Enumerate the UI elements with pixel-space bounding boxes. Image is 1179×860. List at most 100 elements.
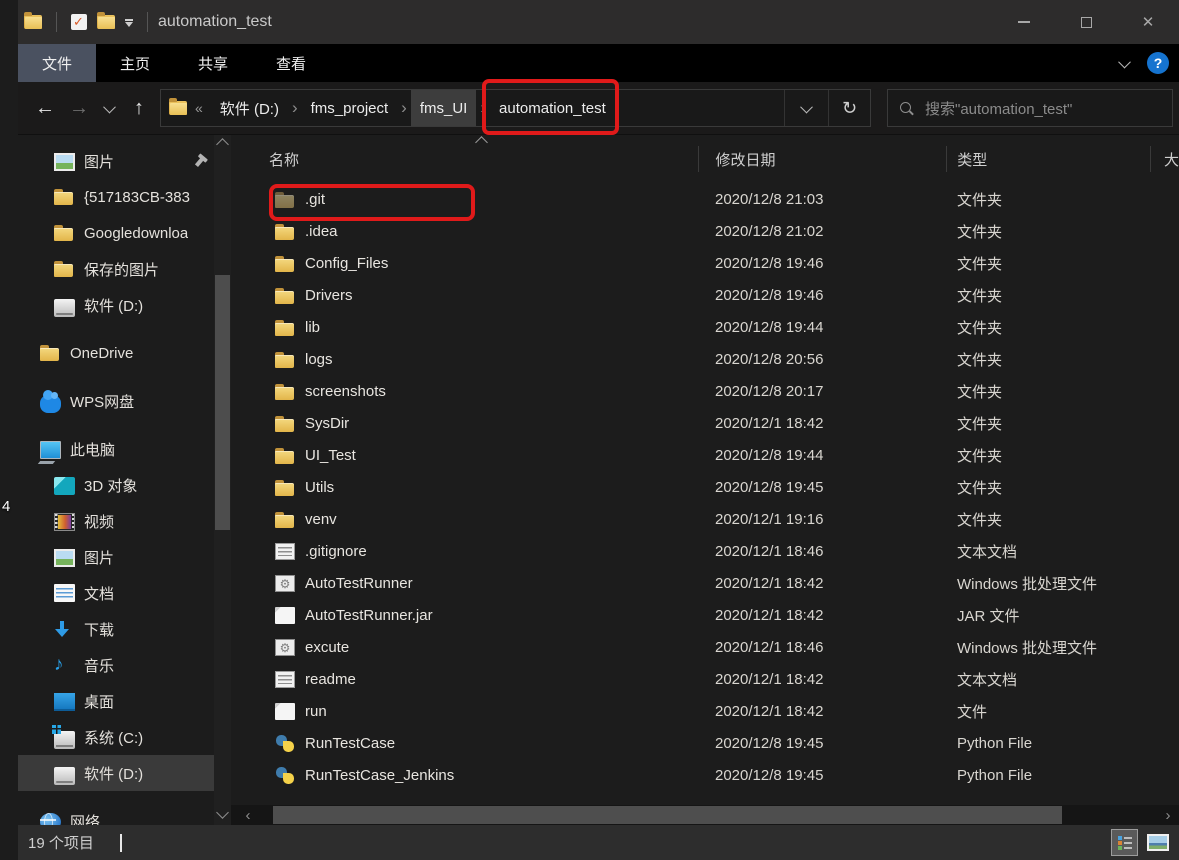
cloud-icon — [40, 390, 61, 413]
sidebar-scrollbar-thumb[interactable] — [215, 275, 230, 530]
sidebar-item[interactable]: 网络 — [18, 803, 214, 825]
minimize-button[interactable] — [993, 0, 1055, 44]
breadcrumb-segment[interactable]: automation_test › — [482, 79, 619, 135]
file-row[interactable]: lib 2020/12/8 19:44 文件夹 — [231, 311, 1179, 343]
file-row[interactable]: screenshots 2020/12/8 20:17 文件夹 — [231, 375, 1179, 407]
scroll-right-arrow-icon[interactable]: › — [1159, 805, 1177, 825]
recent-locations-chevron-icon[interactable] — [96, 91, 122, 125]
customize-toolbar-caret-icon[interactable] — [125, 19, 133, 27]
file-row[interactable]: RunTestCase_Jenkins 2020/12/8 19:45 Pyth… — [231, 759, 1179, 791]
column-headers: 名称 修改日期 类型 大 — [231, 135, 1179, 183]
file-row[interactable]: UI_Test 2020/12/8 19:44 文件夹 — [231, 439, 1179, 471]
breadcrumb-segment-label: fms_project — [310, 99, 389, 117]
column-header-size[interactable]: 大 — [1149, 146, 1179, 172]
sidebar-item[interactable]: 3D 对象 — [18, 467, 214, 503]
sidebar-item[interactable]: 下载 — [18, 611, 214, 647]
file-explorer-window: automation_test ✕ 文件 主页 共享 — [18, 0, 1179, 860]
address-bar[interactable]: « 软件 (D:) › fms_project › fms_UI › autom… — [160, 79, 871, 135]
breadcrumb-segment[interactable]: fms_UI › — [410, 90, 490, 126]
breadcrumb-overflow-icon[interactable]: « — [195, 100, 203, 116]
column-header-type[interactable]: 类型 — [946, 146, 1150, 172]
file-type: 文件夹 — [957, 319, 1003, 337]
sidebar-scrollbar[interactable] — [214, 135, 231, 825]
sidebar-item[interactable]: 软件 (D:) — [18, 287, 214, 323]
sidebar-item[interactable]: 音乐 — [18, 647, 214, 683]
file-date-modified: 2020/12/1 18:42 — [715, 702, 824, 720]
up-button[interactable]: ↑ — [122, 91, 156, 125]
sidebar-item[interactable]: 保存的图片 — [18, 251, 214, 287]
back-button[interactable]: ← — [28, 91, 62, 125]
folder-icon — [275, 223, 295, 241]
sidebar-item[interactable]: 软件 (D:) — [18, 755, 214, 791]
file-row[interactable]: logs 2020/12/8 20:56 文件夹 — [231, 343, 1179, 375]
details-view-button[interactable] — [1111, 829, 1138, 856]
folder-icon — [275, 255, 295, 273]
scroll-left-arrow-icon[interactable]: ‹ — [239, 805, 257, 825]
column-header-date-modified[interactable]: 修改日期 — [698, 146, 946, 172]
help-button[interactable]: ? — [1147, 52, 1169, 74]
file-row[interactable]: .idea 2020/12/8 21:02 文件夹 — [231, 215, 1179, 247]
thumbnail-view-button[interactable] — [1144, 829, 1171, 856]
sidebar-item[interactable]: 此电脑 — [18, 431, 214, 467]
file-row[interactable]: Drivers 2020/12/8 19:46 文件夹 — [231, 279, 1179, 311]
sidebar-item[interactable]: 视频 — [18, 503, 214, 539]
forward-button[interactable]: → — [62, 91, 96, 125]
file-row[interactable]: SysDir 2020/12/1 18:42 文件夹 — [231, 407, 1179, 439]
file-type: 文件夹 — [957, 287, 1003, 305]
scroll-up-arrow-icon[interactable] — [216, 138, 229, 151]
breadcrumb-segment[interactable]: fms_project › — [302, 90, 411, 126]
search-box[interactable]: 搜索"automation_test" — [887, 89, 1173, 127]
close-button[interactable]: ✕ — [1117, 0, 1179, 44]
file-row[interactable]: Utils 2020/12/8 19:45 文件夹 — [231, 471, 1179, 503]
sidebar-item[interactable]: 桌面 — [18, 683, 214, 719]
file-row[interactable]: .gitignore 2020/12/1 18:46 文本文档 — [231, 535, 1179, 567]
file-date-modified: 2020/12/1 18:46 — [715, 542, 824, 560]
sidebar-item[interactable]: 图片 — [18, 539, 214, 575]
scroll-down-arrow-icon[interactable] — [216, 806, 229, 819]
sidebar-item[interactable]: OneDrive — [18, 335, 214, 371]
address-dropdown-button[interactable] — [784, 90, 828, 126]
maximize-button[interactable] — [1055, 0, 1117, 44]
music-icon — [54, 656, 75, 674]
sidebar-item[interactable]: WPS网盘 — [18, 383, 214, 419]
horizontal-scrollbar-thumb[interactable] — [273, 806, 1062, 824]
ribbon-tab[interactable]: 查看 — [252, 44, 330, 82]
file-row[interactable]: RunTestCase 2020/12/8 19:45 Python File — [231, 727, 1179, 759]
horizontal-scrollbar[interactable]: ‹ › — [231, 805, 1179, 825]
sidebar-item-label: 文档 — [84, 585, 115, 603]
collapse-ribbon-chevron-icon[interactable] — [1118, 55, 1131, 68]
file-row[interactable]: run 2020/12/1 18:42 文件 — [231, 695, 1179, 727]
ribbon-tab[interactable]: 文件 — [18, 44, 97, 82]
minimize-icon — [1018, 21, 1030, 23]
sidebar-item[interactable]: 文档 — [18, 575, 214, 611]
text-icon — [275, 670, 295, 688]
refresh-button[interactable]: ↻ — [828, 90, 870, 126]
sidebar-item-label: WPS网盘 — [70, 393, 135, 411]
ribbon-tab[interactable]: 主页 — [96, 44, 174, 82]
folder-icon — [54, 189, 75, 207]
sidebar-item-label: 网络 — [70, 813, 101, 826]
file-date-modified: 2020/12/8 20:56 — [715, 350, 824, 368]
breadcrumb-segment[interactable]: 软件 (D:) › — [211, 90, 302, 126]
new-folder-icon[interactable] — [97, 12, 115, 29]
properties-checkmark-icon[interactable] — [71, 14, 87, 30]
toolbar-separator — [56, 12, 57, 32]
sidebar-item[interactable]: Googledownloa — [18, 215, 214, 251]
file-row[interactable]: excute 2020/12/1 18:46 Windows 批处理文件 — [231, 631, 1179, 663]
file-row[interactable]: readme 2020/12/1 18:42 文本文档 — [231, 663, 1179, 695]
file-row[interactable]: venv 2020/12/1 19:16 文件夹 — [231, 503, 1179, 535]
sidebar-item[interactable]: 系统 (C:) — [18, 719, 214, 755]
file-row[interactable]: .git 2020/12/8 21:03 文件夹 — [231, 183, 1179, 221]
file-type: Windows 批处理文件 — [957, 639, 1098, 657]
file-row[interactable]: Config_Files 2020/12/8 19:46 文件夹 — [231, 247, 1179, 279]
file-icon — [275, 606, 295, 624]
file-date-modified: 2020/12/8 21:03 — [715, 190, 824, 208]
titlebar[interactable]: automation_test ✕ — [18, 0, 1179, 44]
sidebar-item[interactable]: {517183CB-383 — [18, 179, 214, 215]
file-row[interactable]: AutoTestRunner.jar 2020/12/1 18:42 JAR 文… — [231, 599, 1179, 631]
column-header-name[interactable]: 名称 — [231, 146, 698, 172]
file-row[interactable]: AutoTestRunner 2020/12/1 18:42 Windows 批… — [231, 567, 1179, 599]
sidebar-item-label: {517183CB-383 — [84, 188, 190, 206]
ribbon-tab[interactable]: 共享 — [174, 44, 252, 82]
sidebar-item[interactable]: 图片 — [18, 143, 214, 179]
